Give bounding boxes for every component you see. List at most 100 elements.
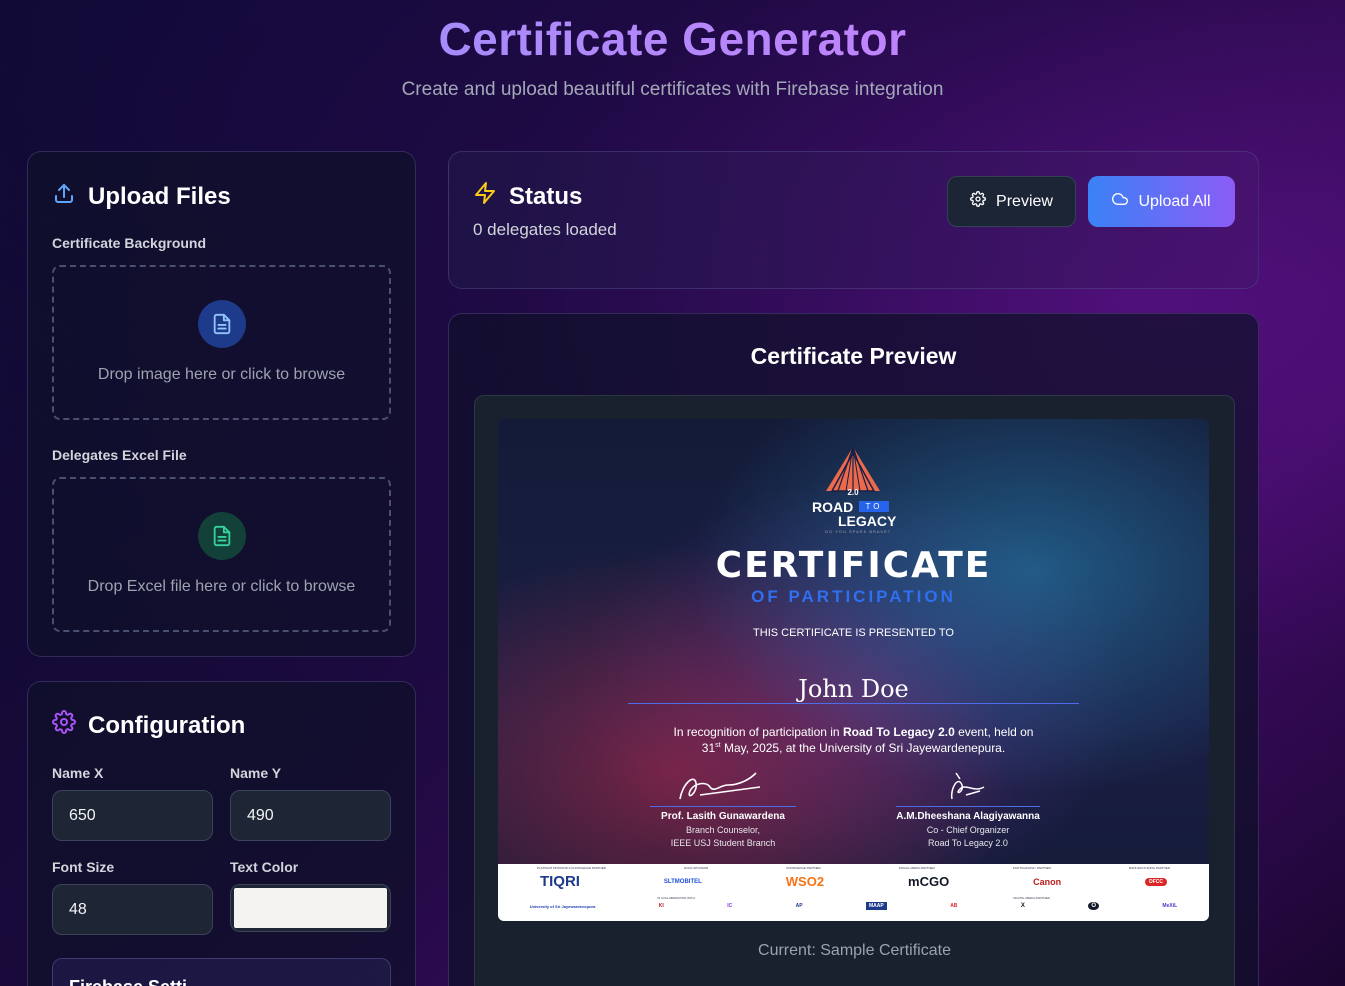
- road-to-legacy-logo: 2.0 ROAD TO LEGACY DO YOU SPARK BRAVE?: [808, 446, 898, 537]
- sponsor-usj: University of Sri Jayewardenepura: [529, 903, 596, 909]
- sponsor-logo: X: [1020, 903, 1025, 909]
- signatory-1-role2: IEEE USJ Student Branch: [670, 838, 776, 848]
- settings-icon: [970, 191, 986, 212]
- font-size-label: Font Size: [52, 859, 115, 875]
- signature-2: [896, 765, 1040, 807]
- recognition-event: Road To Legacy 2.0: [842, 725, 955, 739]
- sponsor-caption: DIGITAL MEDIA PARTNER: [1013, 896, 1050, 900]
- sponsor-mexil: MeXiL: [1162, 903, 1178, 909]
- sponsor-strip: PLATINUM SPONSOR & KNOWLEDGE PARTNER GOL…: [498, 864, 1209, 921]
- sponsor-logo: IC: [727, 903, 733, 909]
- firebase-settings-section[interactable]: Firebase Setti...: [52, 958, 391, 986]
- sponsor-logo: AP: [795, 903, 803, 909]
- recognition-pre: In recognition of participation in: [673, 725, 843, 739]
- presented-to: THIS CERTIFICATE IS PRESENTED TO: [753, 627, 954, 639]
- document-icon: [198, 300, 246, 348]
- name-x-label: Name X: [52, 765, 104, 781]
- certificate-preview-title: Certificate Preview: [750, 343, 957, 369]
- sponsor-caption: KNOWLEDGE PARTNER: [786, 866, 821, 870]
- text-color-label: Text Color: [230, 859, 299, 875]
- name-x-input[interactable]: 650: [52, 790, 213, 841]
- sponsor-logo: O: [1088, 902, 1099, 910]
- gear-icon: [52, 710, 76, 741]
- signature-1-line: [650, 806, 796, 807]
- sponsor-tiqri: TIQRI: [539, 873, 580, 890]
- sponsor-row-bottom: University of Sri Jayewardenepura KI IC …: [498, 902, 1209, 910]
- upload-all-button-label: Upload All: [1138, 192, 1211, 210]
- sponsor-caption: SOCIAL MEDIA PARTNER: [898, 866, 935, 870]
- logo-tagline: DO YOU SPARK BRAVE?: [825, 529, 891, 534]
- recognition-post: event, held on: [954, 725, 1034, 739]
- spreadsheet-icon: [198, 512, 246, 560]
- sponsor-captions-bottom: IN COLLABORATION WITH DIGITAL MEDIA PART…: [498, 896, 1209, 900]
- text-color-picker[interactable]: [230, 884, 391, 932]
- logo-legacy: LEGACY: [838, 513, 897, 529]
- status-header: Status: [473, 181, 582, 212]
- recipient-name: John Doe: [798, 675, 909, 703]
- signature-2-icon: [950, 772, 985, 800]
- upload-files-title: Upload Files: [88, 182, 231, 210]
- signatory-2-role1: Co - Chief Organizer: [926, 825, 1010, 835]
- recognition-rest: May, 2025, at the University of Sri Jaye…: [720, 741, 1006, 755]
- sponsor-caption: IN COLLABORATION WITH: [657, 896, 695, 900]
- configuration-title: Configuration: [88, 711, 246, 739]
- signatory-2-name: A.M.Dheeshana Alagiyawanna: [896, 811, 1040, 822]
- name-y-label: Name Y: [230, 765, 282, 781]
- sponsor-dfcc: DFCC: [1145, 877, 1167, 886]
- signature-1-icon: [679, 772, 761, 800]
- sponsor-sltmobitel: SLTMOBITEL: [663, 878, 702, 885]
- background-drop-text: Drop image here or click to browse: [97, 366, 346, 383]
- background-label: Certificate Background: [52, 235, 207, 251]
- current-certificate-label: Current: Sample Certificate: [758, 942, 951, 959]
- excel-label: Delegates Excel File: [52, 447, 187, 463]
- sponsor-wso2: WSO2: [785, 874, 825, 889]
- sponsor-caption: PHOTOGRAPHY PARTNER: [1012, 866, 1051, 870]
- upload-files-card: Upload Files Certificate Background Drop…: [27, 151, 416, 657]
- status-title: Status: [509, 182, 583, 210]
- recognition-day: 31: [701, 741, 716, 755]
- name-underline: [628, 703, 1079, 704]
- cloud-icon: [1112, 191, 1129, 212]
- preview-button-label: Preview: [996, 192, 1053, 210]
- sponsor-logo: AB: [950, 903, 958, 909]
- logo-version: 2.0: [847, 488, 859, 497]
- logo-to: TO: [859, 501, 889, 512]
- signatory-1-name: Prof. Lasith Gunawardena: [661, 811, 785, 822]
- sponsor-captions-top: PLATINUM SPONSOR & KNOWLEDGE PARTNER GOL…: [498, 866, 1209, 870]
- sponsor-caption: PLATINUM SPONSOR & KNOWLEDGE PARTNER: [537, 866, 606, 870]
- background-dropzone[interactable]: Drop image here or click to browse: [52, 265, 391, 420]
- sponsor-logo: MAAP: [866, 902, 887, 910]
- firebase-settings-title: Firebase Setti...: [69, 977, 202, 986]
- recognition-line-2: 31st May, 2025, at the University of Sri…: [498, 741, 1209, 755]
- recognition-line-1: In recognition of participation in Road …: [498, 725, 1209, 739]
- page-subtitle: Create and upload beautiful certificates…: [401, 79, 944, 100]
- signature-2-line: [896, 806, 1040, 807]
- preview-button[interactable]: Preview: [947, 176, 1076, 227]
- certificate-image: 2.0 ROAD TO LEGACY DO YOU SPARK BRAVE? C…: [498, 419, 1209, 921]
- excel-drop-text: Drop Excel file here or click to browse: [87, 578, 356, 595]
- status-card: Status 0 delegates loaded Preview Upload…: [448, 151, 1259, 289]
- sponsor-mcgo: mCGO: [908, 874, 950, 889]
- sponsor-row-top: TIQRI SLTMOBITEL WSO2 mCGO Canon DFCC: [498, 873, 1209, 890]
- signatory-2-role2: Road To Legacy 2.0: [928, 838, 1008, 848]
- upload-all-button[interactable]: Upload All: [1088, 176, 1235, 227]
- upload-files-header: Upload Files: [52, 181, 231, 212]
- sponsor-logo: KI: [658, 903, 664, 909]
- sponsor-canon: Canon: [1033, 876, 1062, 887]
- configuration-header: Configuration: [52, 710, 245, 741]
- upload-icon: [52, 181, 76, 212]
- configuration-card: Configuration Name X Name Y 650 490 Font…: [27, 681, 416, 986]
- page-title: Certificate Generator: [438, 13, 907, 65]
- logo-pyramid-icon: [826, 446, 880, 492]
- certificate-subheading: OF PARTICIPATION: [751, 587, 956, 606]
- certificate-heading: CERTIFICATE: [715, 545, 992, 586]
- sponsor-caption: MANUFACTURING PARTNER: [1128, 866, 1170, 870]
- name-y-input[interactable]: 490: [230, 790, 391, 841]
- status-text: 0 delegates loaded: [473, 220, 617, 239]
- signature-1: [650, 765, 796, 807]
- text-color-swatch: [234, 888, 387, 928]
- excel-dropzone[interactable]: Drop Excel file here or click to browse: [52, 477, 391, 632]
- font-size-input[interactable]: 48: [52, 884, 213, 935]
- lightning-icon: [473, 181, 497, 212]
- signatory-1-role1: Branch Counselor,: [685, 825, 761, 835]
